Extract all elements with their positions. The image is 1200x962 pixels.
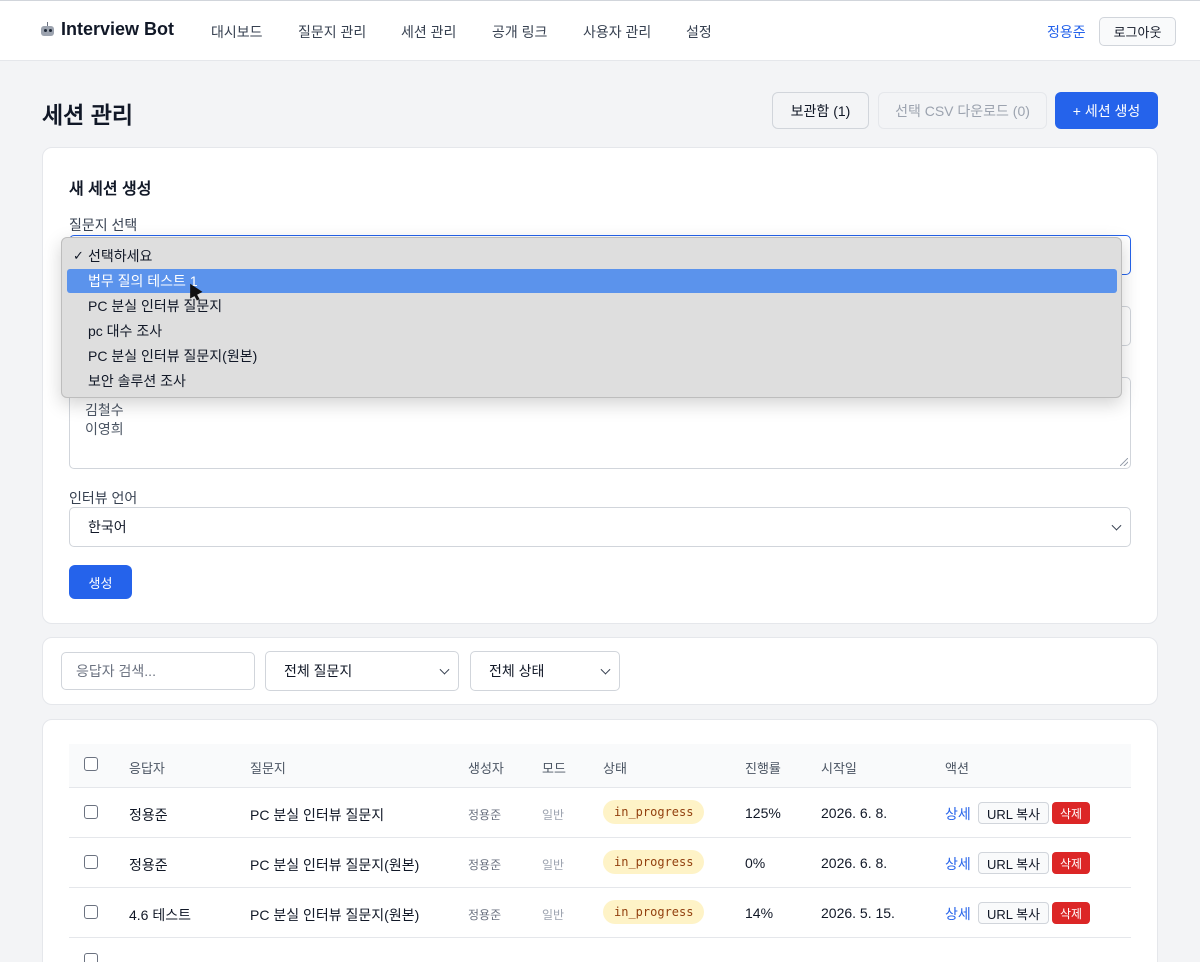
language-label: 인터뷰 언어 <box>69 490 138 506</box>
dropdown-option[interactable]: PC 분실 인터뷰 질문지(원본) <box>67 344 1117 368</box>
delete-button[interactable]: 삭제 <box>1052 902 1091 924</box>
cell-questionnaire: PC 분실 인터뷰 질문지(원본) <box>250 907 420 923</box>
questionnaire-filter-select[interactable]: 전체 질문지 <box>265 651 459 691</box>
copy-url-button[interactable]: URL 복사 <box>978 802 1050 824</box>
current-user[interactable]: 정용준 <box>1047 22 1086 42</box>
th-respondent[interactable]: 응답자 <box>129 758 165 777</box>
archive-button[interactable]: 보관함 (1) <box>772 92 869 129</box>
select-all-checkbox[interactable] <box>84 757 98 771</box>
dropdown-option-highlighted[interactable]: 법무 질의 테스트 1 <box>67 269 1117 293</box>
language-value: 한국어 <box>88 519 127 535</box>
cell-progress: 0% <box>745 855 766 871</box>
questionnaire-filter-value: 전체 질문지 <box>284 663 353 679</box>
respondent-search-input[interactable]: 응답자 검색... <box>61 652 255 690</box>
row-checkbox[interactable] <box>84 905 98 919</box>
detail-link[interactable]: 상세 <box>945 854 971 874</box>
page-title: 세션 관리 <box>42 102 134 128</box>
nav-sessions[interactable]: 세션 관리 <box>401 22 456 42</box>
cell-mode: 일반 <box>542 908 565 922</box>
th-actions: 액션 <box>945 761 969 776</box>
top-nav: Interview Bot 대시보드 질문지 관리 세션 관리 공개 링크 사용… <box>0 0 1200 61</box>
resize-handle[interactable] <box>1120 458 1128 466</box>
cell-started: 2026. 6. 8. <box>821 805 888 821</box>
row-checkbox[interactable] <box>84 953 98 962</box>
cell-respondent: 정용준 <box>129 857 168 873</box>
dropdown-option[interactable]: PC 분실 인터뷰 질문지 <box>67 294 1117 318</box>
questionnaire-dropdown: ✓ 선택하세요 법무 질의 테스트 1 PC 분실 인터뷰 질문지 pc 대수 … <box>61 237 1122 398</box>
th-questionnaire[interactable]: 질문지 <box>250 758 286 777</box>
nav-public-links[interactable]: 공개 링크 <box>492 22 547 42</box>
row-divider <box>69 887 1131 888</box>
option-label: 보안 솔루션 조사 <box>88 373 186 389</box>
row-divider <box>69 837 1131 838</box>
option-label: pc 대수 조사 <box>88 323 163 339</box>
cell-progress: 14% <box>745 905 774 921</box>
status-badge: in_progress <box>603 900 705 924</box>
th-creator[interactable]: 생성자 <box>468 758 504 777</box>
th-mode[interactable]: 모드 <box>542 758 566 777</box>
new-session-title: 새 세션 생성 <box>69 181 152 198</box>
copy-url-button[interactable]: URL 복사 <box>978 902 1050 924</box>
chevron-down-icon <box>439 664 450 675</box>
cell-started: 2026. 6. 8. <box>821 855 888 871</box>
brand[interactable]: Interview Bot <box>40 19 174 40</box>
th-progress[interactable]: 진행률 <box>745 758 781 777</box>
respondent-line: 이영희 <box>85 421 124 437</box>
cell-questionnaire: PC 분실 인터뷰 질문지(원본) <box>250 857 420 873</box>
cell-respondent: 정용준 <box>129 807 168 823</box>
chevron-down-icon <box>600 664 611 675</box>
brand-name: Interview Bot <box>61 19 175 39</box>
row-divider <box>69 937 1131 938</box>
option-label: 선택하세요 <box>88 248 153 264</box>
status-filter-select[interactable]: 전체 상태 <box>470 651 620 691</box>
respondent-line: 김철수 <box>85 402 124 418</box>
cell-creator: 정용준 <box>468 908 502 922</box>
cell-mode: 일반 <box>542 808 565 822</box>
detail-link[interactable]: 상세 <box>945 804 971 824</box>
nav-users[interactable]: 사용자 관리 <box>583 22 651 42</box>
cell-started: 2026. 5. 15. <box>821 905 895 921</box>
create-session-button[interactable]: + 세션 생성 <box>1055 92 1158 129</box>
cell-questionnaire: PC 분실 인터뷰 질문지 <box>250 807 385 823</box>
chevron-down-icon <box>1111 520 1122 531</box>
dropdown-option[interactable]: 보안 솔루션 조사 <box>67 369 1117 393</box>
search-placeholder: 응답자 검색... <box>76 663 156 679</box>
nav-dashboard[interactable]: 대시보드 <box>211 22 263 42</box>
language-select[interactable]: 한국어 <box>69 507 1131 547</box>
table-header <box>69 744 1131 788</box>
delete-button[interactable]: 삭제 <box>1052 852 1091 874</box>
cell-creator: 정용준 <box>468 858 502 872</box>
cell-mode: 일반 <box>542 858 565 872</box>
option-label: PC 분실 인터뷰 질문지 <box>88 298 223 314</box>
copy-url-button[interactable]: URL 복사 <box>978 852 1050 874</box>
row-checkbox[interactable] <box>84 855 98 869</box>
dropdown-option[interactable]: ✓ 선택하세요 <box>67 244 1117 268</box>
row-checkbox[interactable] <box>84 805 98 819</box>
nav-settings[interactable]: 설정 <box>686 22 712 42</box>
nav-questionnaires[interactable]: 질문지 관리 <box>298 22 366 42</box>
status-badge: in_progress <box>603 800 705 824</box>
option-label: PC 분실 인터뷰 질문지(원본) <box>88 348 258 364</box>
robot-icon <box>40 22 55 37</box>
status-filter-value: 전체 상태 <box>489 663 545 679</box>
cell-creator: 정용준 <box>468 808 502 822</box>
delete-button[interactable]: 삭제 <box>1052 802 1091 824</box>
csv-download-button[interactable]: 선택 CSV 다운로드 (0) <box>878 92 1047 129</box>
dropdown-option[interactable]: pc 대수 조사 <box>67 319 1117 343</box>
logout-button[interactable]: 로그아웃 <box>1099 17 1176 46</box>
th-started[interactable]: 시작일 <box>821 758 857 777</box>
detail-link[interactable]: 상세 <box>945 904 971 924</box>
cell-respondent: 4.6 테스트 <box>129 907 191 923</box>
status-badge: in_progress <box>603 850 705 874</box>
option-label: 법무 질의 테스트 1 <box>88 273 198 289</box>
cell-progress: 125% <box>745 805 781 821</box>
questionnaire-label: 질문지 선택 <box>69 217 138 233</box>
generate-button[interactable]: 생성 <box>69 565 132 599</box>
check-icon: ✓ <box>73 248 84 263</box>
th-status[interactable]: 상태 <box>603 758 627 777</box>
